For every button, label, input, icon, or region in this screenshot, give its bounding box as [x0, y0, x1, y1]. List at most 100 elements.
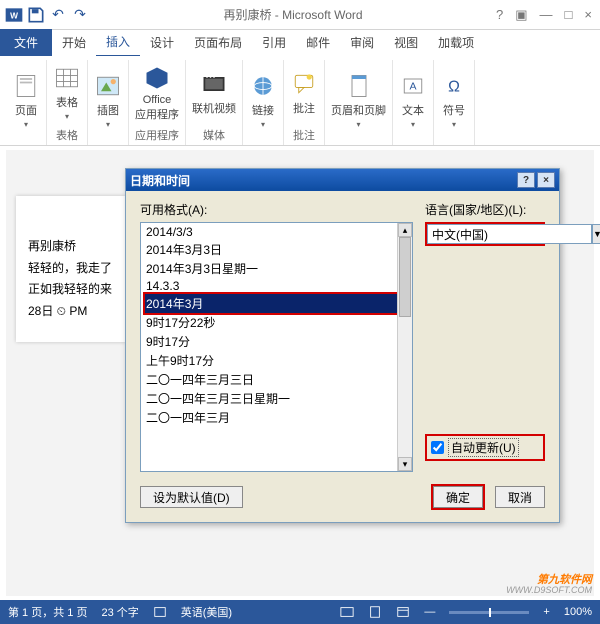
- window-titlebar: W ↶ ↷ 再别康桥 - Microsoft Word ? ▣ — □ ×: [0, 0, 600, 30]
- list-item[interactable]: 2014年3月3日: [143, 240, 410, 259]
- list-item[interactable]: 9时17分: [143, 332, 410, 351]
- online-video-button[interactable]: 联机视频: [192, 70, 236, 116]
- dialog-titlebar: 日期和时间 ? ×: [126, 169, 559, 191]
- illustrations-label: 插图: [97, 102, 119, 118]
- list-item[interactable]: 2014年3月3日星期一: [143, 259, 410, 278]
- scroll-down-icon[interactable]: ▾: [398, 457, 412, 471]
- group-media-label: 媒体: [203, 125, 225, 145]
- tab-home[interactable]: 开始: [52, 29, 96, 56]
- tab-pagelayout[interactable]: 页面布局: [184, 29, 252, 56]
- status-words[interactable]: 23 个字: [101, 604, 138, 620]
- office-apps-label: Office 应用程序: [135, 94, 179, 122]
- help-icon[interactable]: ?: [496, 7, 503, 23]
- auto-update-checkbox[interactable]: [431, 441, 444, 454]
- symbols-button[interactable]: Ω符号▾: [440, 72, 468, 129]
- tab-insert[interactable]: 插入: [96, 28, 140, 56]
- ribbon-tabs: 文件 开始 插入 设计 页面布局 引用 邮件 审阅 视图 加载项: [0, 30, 600, 56]
- word-app-icon: W: [4, 5, 24, 25]
- auto-update-checkbox-row[interactable]: 自动更新(U): [425, 434, 545, 461]
- zoom-slider[interactable]: [449, 611, 529, 614]
- redo-icon[interactable]: ↷: [70, 5, 90, 25]
- dialog-close-icon[interactable]: ×: [537, 172, 555, 188]
- tab-review[interactable]: 审阅: [340, 29, 384, 56]
- pages-label: 页面: [15, 102, 37, 118]
- tab-references[interactable]: 引用: [252, 29, 296, 56]
- illustrations-button[interactable]: 插图▾: [94, 72, 122, 129]
- zoom-in-icon[interactable]: +: [543, 606, 549, 618]
- minimize-icon[interactable]: —: [540, 7, 553, 23]
- group-tables-label: 表格: [56, 125, 78, 145]
- maximize-icon[interactable]: □: [565, 7, 573, 23]
- group-apps-label: 应用程序: [135, 125, 179, 145]
- spellcheck-icon[interactable]: [153, 605, 167, 619]
- statusbar: 第 1 页，共 1 页 23 个字 英语(美国) — + 100%: [0, 600, 600, 624]
- chevron-down-icon[interactable]: ▼: [592, 224, 600, 244]
- group-comments-label: 批注: [293, 125, 315, 145]
- formats-listbox[interactable]: 2014/3/3 2014年3月3日 2014年3月3日星期一 14.3.3 2…: [140, 222, 413, 472]
- links-label: 链接: [252, 102, 274, 118]
- status-language[interactable]: 英语(美国): [181, 604, 232, 620]
- cancel-button[interactable]: 取消: [495, 486, 545, 508]
- listbox-scrollbar[interactable]: ▴ ▾: [397, 223, 412, 471]
- text-button[interactable]: A文本▾: [399, 72, 427, 129]
- ribbon-toggle-icon[interactable]: ▣: [515, 7, 527, 23]
- language-input[interactable]: [427, 224, 592, 244]
- links-button[interactable]: 链接▾: [249, 72, 277, 129]
- scroll-up-icon[interactable]: ▴: [398, 223, 412, 237]
- set-default-button[interactable]: 设为默认值(D): [140, 486, 243, 508]
- office-apps-button[interactable]: Office 应用程序: [135, 64, 179, 122]
- header-footer-button[interactable]: 页眉和页脚▾: [331, 72, 386, 129]
- list-item[interactable]: 二〇一四年三月三日星期一: [143, 389, 410, 408]
- comments-label: 批注: [293, 100, 315, 116]
- view-web-icon[interactable]: [396, 605, 410, 619]
- close-icon[interactable]: ×: [584, 7, 592, 23]
- language-label: 语言(国家/地区)(L):: [425, 201, 545, 218]
- tab-file[interactable]: 文件: [0, 29, 52, 56]
- window-title: 再别康桥 - Microsoft Word: [90, 6, 496, 23]
- list-item[interactable]: 二〇一四年三月: [143, 408, 410, 427]
- document-page[interactable]: 再别康桥 轻轻的，我走了 正如我轻轻的来 28日 ⏲ PM: [16, 196, 126, 342]
- list-item[interactable]: 2014/3/3: [143, 224, 410, 240]
- zoom-out-icon[interactable]: —: [424, 606, 435, 618]
- auto-update-label: 自动更新(U): [448, 438, 519, 457]
- symbols-label: 符号: [443, 102, 465, 118]
- table-label: 表格: [56, 94, 78, 110]
- language-combobox[interactable]: ▼: [425, 222, 545, 246]
- tab-design[interactable]: 设计: [140, 29, 184, 56]
- list-item[interactable]: 上午9时17分: [143, 351, 410, 370]
- zoom-level[interactable]: 100%: [564, 606, 592, 618]
- tab-mailings[interactable]: 邮件: [296, 29, 340, 56]
- view-read-icon[interactable]: [340, 605, 354, 619]
- formats-label: 可用格式(A):: [140, 201, 413, 218]
- svg-text:Ω: Ω: [448, 78, 460, 95]
- doc-line: 正如我轻轻的来: [28, 279, 114, 301]
- ok-button[interactable]: 确定: [433, 486, 483, 508]
- save-icon[interactable]: [26, 5, 46, 25]
- tab-addins[interactable]: 加载项: [428, 29, 484, 56]
- online-video-label: 联机视频: [192, 100, 236, 116]
- tab-view[interactable]: 视图: [384, 29, 428, 56]
- list-item-selected[interactable]: 2014年3月: [143, 292, 410, 315]
- table-button[interactable]: 表格▾: [53, 64, 81, 121]
- comments-button[interactable]: 批注: [290, 70, 318, 116]
- ribbon: 页面▾ 表格▾表格 插图▾ Office 应用程序应用程序 联机视频媒体 链接▾…: [0, 56, 600, 146]
- dialog-title: 日期和时间: [130, 172, 190, 189]
- date-time-dialog: 日期和时间 ? × 可用格式(A): 2014/3/3 2014年3月3日 20…: [125, 168, 560, 523]
- header-footer-label: 页眉和页脚: [331, 102, 386, 118]
- svg-text:A: A: [409, 81, 416, 93]
- list-item[interactable]: 二〇一四年三月三日: [143, 370, 410, 389]
- list-item[interactable]: 9时17分22秒: [143, 313, 410, 332]
- svg-text:W: W: [10, 10, 18, 20]
- scroll-thumb[interactable]: [399, 237, 411, 317]
- dialog-help-icon[interactable]: ?: [517, 172, 535, 188]
- doc-line: 28日 ⏲ PM: [28, 301, 114, 323]
- doc-line: 轻轻的，我走了: [28, 258, 114, 280]
- text-label: 文本: [402, 102, 424, 118]
- status-page[interactable]: 第 1 页，共 1 页: [8, 604, 87, 620]
- watermark-line2: WWW.D9SOFT.COM: [506, 586, 592, 596]
- doc-line: 再别康桥: [28, 236, 114, 258]
- pages-button[interactable]: 页面▾: [12, 72, 40, 129]
- watermark: 第九软件网 WWW.D9SOFT.COM: [506, 574, 592, 596]
- undo-icon[interactable]: ↶: [48, 5, 68, 25]
- view-print-icon[interactable]: [368, 605, 382, 619]
